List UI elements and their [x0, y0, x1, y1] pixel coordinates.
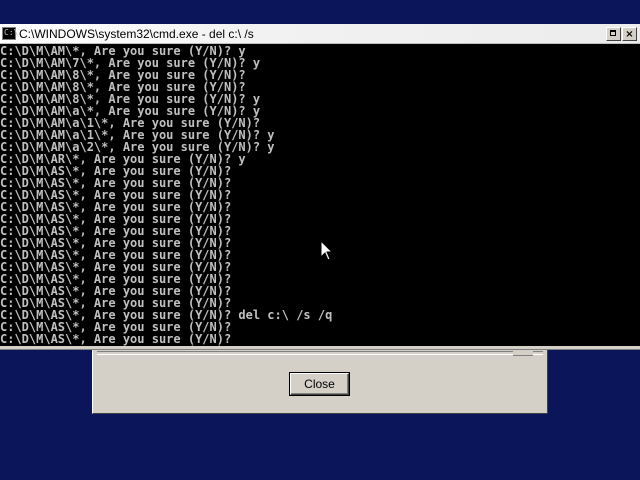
restore-icon — [610, 30, 616, 36]
restore-button[interactable] — [606, 27, 621, 41]
cmd-window-bottom-border — [0, 346, 640, 350]
console-output[interactable]: C:\D\M\AM\*, Are you sure (Y/N)? y C:\D\M… — [0, 44, 640, 346]
mouse-pointer-icon — [320, 240, 334, 261]
console-lines: C:\D\M\AM\*, Are you sure (Y/N)? y C:\D\M… — [0, 45, 332, 346]
close-window-button[interactable]: × — [622, 27, 637, 41]
dialog-divider — [97, 351, 543, 355]
dialog-scrollbar-stub — [513, 349, 533, 356]
cmd-icon[interactable]: C:\ — [2, 27, 19, 40]
cmd-titlebar[interactable]: C:\ C:\WINDOWS\system32\cmd.exe - del c:… — [0, 24, 640, 44]
dialog-close-button[interactable]: Close — [289, 372, 350, 396]
cmd-icon-glyph: C:\ — [4, 28, 19, 37]
window-title: C:\WINDOWS\system32\cmd.exe - del c:\ /s — [19, 27, 254, 41]
cmd-window: C:\ C:\WINDOWS\system32\cmd.exe - del c:… — [0, 24, 640, 350]
desktop: Close C:\ C:\WINDOWS\system32\cmd.exe - … — [0, 0, 640, 480]
